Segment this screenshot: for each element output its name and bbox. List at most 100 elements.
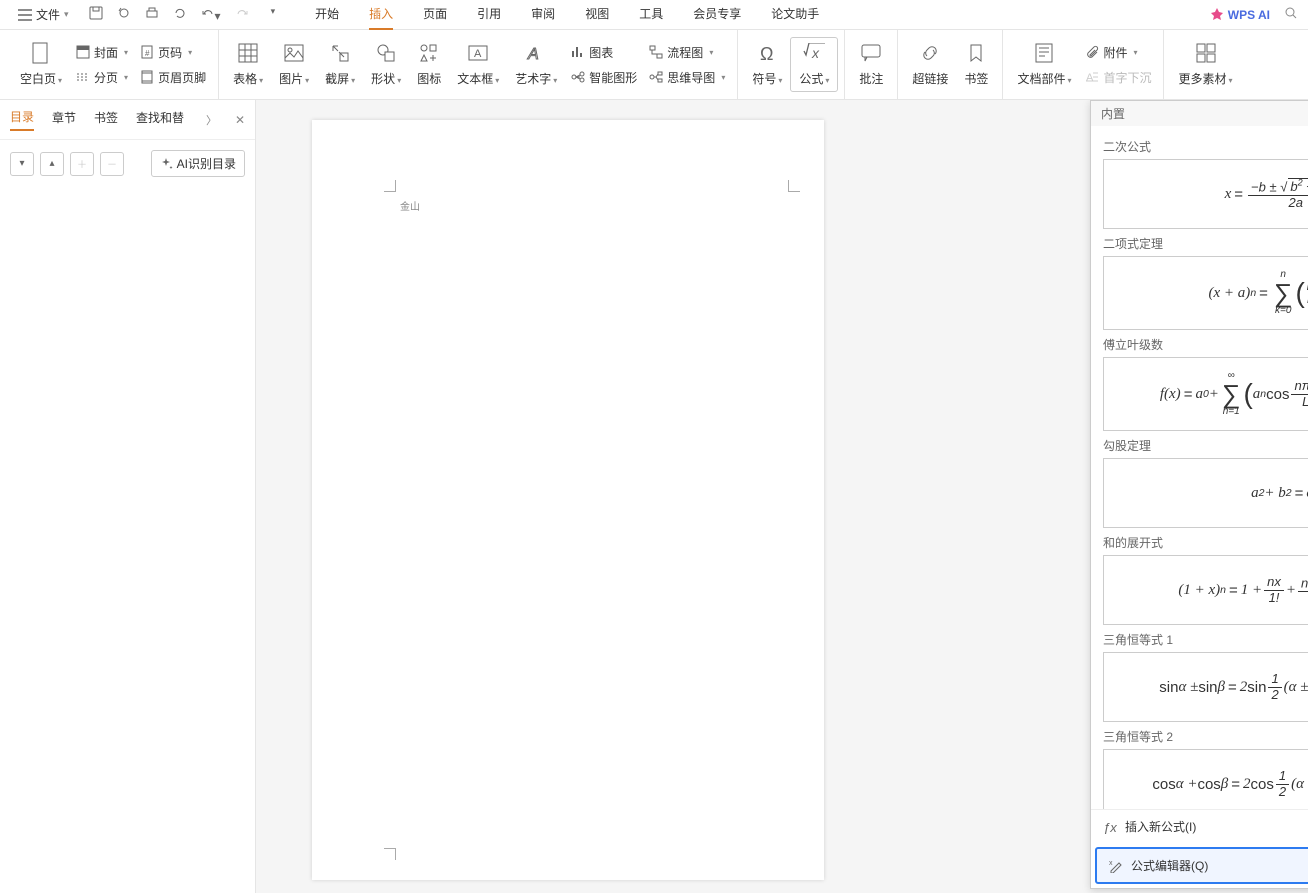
- svg-text:Ω: Ω: [760, 44, 773, 63]
- page-number-button[interactable]: #页码▾: [134, 42, 212, 63]
- more-materials-button[interactable]: 更多素材▾: [1170, 38, 1240, 91]
- eq-expansion[interactable]: (1 + x)n = 1 + nx1! + n(n − 1)x22! + ⋯: [1103, 555, 1308, 625]
- textbox-icon: A: [467, 42, 489, 64]
- margin-corner-icon: [384, 848, 396, 860]
- redo-icon[interactable]: [235, 6, 249, 23]
- comment-button[interactable]: 批注: [851, 38, 891, 91]
- blank-page-button[interactable]: 空白页▾: [12, 38, 70, 91]
- symbol-button[interactable]: Ω符号▾: [744, 38, 790, 91]
- print-preview-icon[interactable]: [117, 6, 131, 23]
- svg-text:ƒx: ƒx: [1103, 820, 1117, 834]
- refresh-icon[interactable]: [173, 6, 187, 23]
- margin-corner-icon: [788, 180, 800, 192]
- svg-text:A: A: [527, 46, 539, 63]
- ai-icon: [160, 157, 173, 170]
- document-canvas[interactable]: 金山 内置 二次公式 x = −b ± √b2 − 4ac2a 二项式定理 (x…: [256, 100, 1308, 893]
- cover-button[interactable]: 封面▾: [70, 42, 134, 63]
- header-footer-button[interactable]: 页眉页脚: [134, 67, 212, 88]
- icons-button[interactable]: 图标: [409, 38, 449, 91]
- more-icon: [1195, 42, 1217, 64]
- file-menu[interactable]: 文件 ▾: [10, 6, 77, 23]
- insert-new-equation[interactable]: ƒx 插入新公式(I): [1091, 810, 1308, 843]
- undo-icon[interactable]: ▾: [201, 6, 221, 23]
- picture-button[interactable]: 图片▾: [271, 38, 317, 91]
- tab-view[interactable]: 视图: [585, 0, 609, 30]
- eq-label-trig1: 三角恒等式 1: [1103, 631, 1308, 648]
- wordart-button[interactable]: A艺术字▾: [507, 38, 565, 91]
- document-page[interactable]: 金山: [312, 120, 824, 880]
- chart-icon: [571, 45, 585, 59]
- page-break-button[interactable]: 分页▾: [70, 67, 134, 88]
- close-icon[interactable]: ✕: [235, 113, 245, 127]
- svg-text:A: A: [1086, 72, 1094, 84]
- equation-button[interactable]: x公式▾: [790, 37, 838, 92]
- dropdown-header: 内置: [1091, 101, 1308, 126]
- icons-icon: [418, 42, 440, 64]
- shapes-button[interactable]: 形状▾: [363, 38, 409, 91]
- print-icon[interactable]: [145, 6, 159, 23]
- tab-page[interactable]: 页面: [423, 0, 447, 30]
- ribbon: 空白页▾ 封面▾ 分页▾ #页码▾ 页眉页脚 表格▾ 图片▾ 截屏▾ 形状▾ 图…: [0, 30, 1308, 100]
- sp-tab-find[interactable]: 查找和替: [136, 109, 184, 130]
- eq-quadratic[interactable]: x = −b ± √b2 − 4ac2a: [1103, 159, 1308, 229]
- wps-ai-button[interactable]: WPS AI: [1210, 7, 1270, 22]
- sp-tab-bookmark[interactable]: 书签: [94, 109, 118, 130]
- sp-tab-toc[interactable]: 目录: [10, 108, 34, 131]
- eq-binomial[interactable]: (x + a)n = n∑k=0 (nk) xkan−k: [1103, 256, 1308, 330]
- sp-tab-chapter[interactable]: 章节: [52, 109, 76, 130]
- svg-text:A: A: [474, 48, 482, 60]
- attachment-button[interactable]: 附件▾: [1079, 42, 1157, 63]
- wordart-icon: A: [525, 42, 547, 64]
- eq-label-expansion: 和的展开式: [1103, 534, 1308, 551]
- eq-label-binomial: 二项式定理: [1103, 235, 1308, 252]
- hyperlink-icon: [919, 42, 941, 64]
- tab-tools[interactable]: 工具: [639, 0, 663, 30]
- main-tabs: 开始 插入 页面 引用 审阅 视图 工具 会员专享 论文助手: [315, 0, 819, 30]
- tab-start[interactable]: 开始: [315, 0, 339, 30]
- add-button[interactable]: ＋: [70, 152, 94, 176]
- eq-label-pythagoras: 勾股定理: [1103, 437, 1308, 454]
- smartart-button[interactable]: 智能图形: [565, 67, 643, 88]
- eq-pythagoras[interactable]: a2 + b2 = c2: [1103, 458, 1308, 528]
- bookmark-button[interactable]: 书签: [956, 38, 996, 91]
- mindmap-button[interactable]: 思维导图▾: [643, 67, 731, 88]
- ai-toc-button[interactable]: AI识别目录: [151, 150, 245, 177]
- screenshot-button[interactable]: 截屏▾: [317, 38, 363, 91]
- chart-button[interactable]: 图表: [565, 42, 643, 63]
- chevron-right-icon[interactable]: 〉: [206, 112, 217, 128]
- dropcap-button[interactable]: A首字下沉: [1079, 67, 1157, 88]
- eq-label-fourier: 傅立叶级数: [1103, 336, 1308, 353]
- eq-fourier[interactable]: f(x) = a0 + ∞∑n=1 (an cosnπxL + bn sinnπ…: [1103, 357, 1308, 431]
- page-header-text: 金山: [400, 198, 420, 213]
- tab-thesis[interactable]: 论文助手: [771, 0, 819, 30]
- eq-trig2[interactable]: cos α + cos β = 2 cos12(α + β) cos12(α −…: [1103, 749, 1308, 809]
- search-icon[interactable]: [1284, 6, 1298, 23]
- flowchart-button[interactable]: 流程图▾: [643, 42, 731, 63]
- docparts-button[interactable]: 文档部件▾: [1009, 38, 1079, 91]
- tab-insert[interactable]: 插入: [369, 0, 393, 30]
- symbol-icon: Ω: [756, 42, 778, 64]
- collapse-up-button[interactable]: ▴: [40, 152, 64, 176]
- dropdown-body[interactable]: 二次公式 x = −b ± √b2 − 4ac2a 二项式定理 (x + a)n…: [1091, 126, 1308, 809]
- tab-reference[interactable]: 引用: [477, 0, 501, 30]
- tab-review[interactable]: 审阅: [531, 0, 555, 30]
- textbox-button[interactable]: A文本框▾: [449, 38, 507, 91]
- equation-editor[interactable]: x 公式编辑器(Q): [1095, 847, 1308, 884]
- eq-label-quadratic: 二次公式: [1103, 138, 1308, 155]
- picture-icon: [283, 42, 305, 64]
- tab-member[interactable]: 会员专享: [693, 0, 741, 30]
- table-button[interactable]: 表格▾: [225, 38, 271, 91]
- screenshot-icon: [329, 42, 351, 64]
- save-icon[interactable]: [89, 6, 103, 23]
- header-footer-icon: [140, 70, 154, 84]
- equation-dropdown: 内置 二次公式 x = −b ± √b2 − 4ac2a 二项式定理 (x + …: [1090, 100, 1308, 889]
- bookmark-icon: [965, 42, 987, 64]
- quick-more-icon[interactable]: ▾: [271, 6, 276, 23]
- expand-down-button[interactable]: ▾: [10, 152, 34, 176]
- remove-button[interactable]: －: [100, 152, 124, 176]
- quick-access: ▾ ▾: [89, 6, 276, 23]
- page-number-icon: #: [140, 45, 154, 59]
- hyperlink-button[interactable]: 超链接: [904, 38, 956, 91]
- mindmap-icon: [649, 70, 663, 84]
- eq-trig1[interactable]: sin α ± sin β = 2 sin12(α ± β) cos12(α ∓…: [1103, 652, 1308, 722]
